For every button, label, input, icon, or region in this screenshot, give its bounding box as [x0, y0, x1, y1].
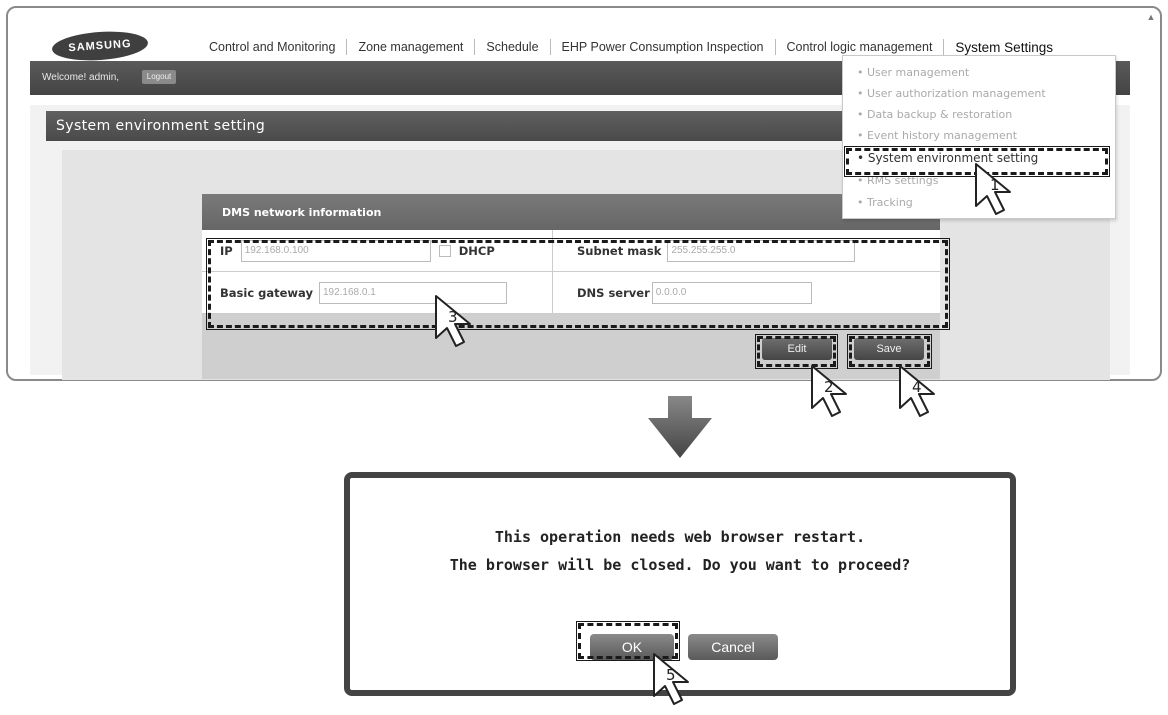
step-2-number: 2 — [824, 378, 834, 396]
step-4-number: 4 — [912, 378, 922, 396]
top-navigation: Control and Monitoring Zone management S… — [198, 37, 1064, 57]
menu-item-user-management[interactable]: • User management — [857, 66, 969, 84]
network-settings-table: IP 192.168.0.100 DHCP Subnet mask 255.25… — [202, 230, 940, 314]
dns-row: DNS server 0.0.0.0 — [553, 272, 940, 314]
dms-network-panel: DMS network information IP 192.168.0.100… — [202, 194, 940, 379]
dns-server-label: DNS server — [577, 285, 650, 300]
subnet-row: Subnet mask 255.255.255.0 — [553, 230, 940, 272]
welcome-text: Welcome! admin, — [42, 72, 120, 83]
page-title: System environment setting — [56, 118, 266, 134]
basic-gateway-label: Basic gateway — [220, 285, 313, 300]
edit-button[interactable]: Edit — [762, 338, 832, 360]
ip-input[interactable]: 192.168.0.100 — [240, 239, 431, 262]
step-5-cursor-icon: 5 — [650, 648, 702, 708]
ip-row: IP 192.168.0.100 DHCP — [202, 230, 552, 272]
dhcp-checkbox[interactable] — [438, 244, 451, 257]
menu-item-data-backup[interactable]: • Data backup & restoration — [857, 108, 1012, 126]
menu-item-event-history[interactable]: • Event history management — [857, 129, 1017, 147]
samsung-logo: SAMSUNG — [51, 28, 149, 64]
step-5-number: 5 — [666, 666, 676, 684]
down-arrow-icon — [648, 396, 712, 458]
dialog-message-line-1: This operation needs web browser restart… — [494, 528, 866, 546]
step-1-cursor-icon: 1 — [972, 158, 1024, 218]
ip-label: IP — [220, 243, 233, 258]
nav-schedule[interactable]: Schedule — [475, 40, 549, 54]
nav-zone-management[interactable]: Zone management — [347, 40, 474, 54]
dhcp-label: DHCP — [458, 243, 495, 258]
nav-ehp-power[interactable]: EHP Power Consumption Inspection — [551, 40, 775, 54]
step-2-cursor-icon: 2 — [808, 360, 860, 420]
menu-item-tracking[interactable]: • Tracking — [857, 196, 913, 214]
step-3-number: 3 — [448, 308, 458, 326]
dns-server-input[interactable]: 0.0.0.0 — [651, 281, 812, 304]
nav-control-monitoring[interactable]: Control and Monitoring — [198, 40, 346, 54]
menu-item-rms-settings[interactable]: • RMS settings — [857, 174, 938, 192]
step-3-cursor-icon: 3 — [432, 290, 484, 350]
step-1-number: 1 — [990, 176, 1000, 194]
logout-button[interactable]: Logout — [142, 70, 176, 84]
dialog-message-line-2: The browser will be closed. Do you want … — [449, 556, 911, 574]
nav-control-logic[interactable]: Control logic management — [776, 40, 944, 54]
nav-system-settings[interactable]: System Settings — [944, 40, 1064, 55]
menu-item-user-authorization[interactable]: • User authorization management — [857, 87, 1046, 105]
subnet-mask-label: Subnet mask — [577, 243, 662, 258]
dms-panel-header: DMS network information — [202, 194, 940, 230]
subnet-mask-input[interactable]: 255.255.255.0 — [667, 239, 856, 262]
save-button[interactable]: Save — [854, 338, 924, 360]
step-4-cursor-icon: 4 — [896, 360, 948, 420]
gateway-row: Basic gateway 192.168.0.1 — [202, 272, 552, 314]
dms-panel-title: DMS network information — [222, 206, 382, 219]
scroll-up-icon[interactable]: ▲ — [1145, 11, 1157, 23]
